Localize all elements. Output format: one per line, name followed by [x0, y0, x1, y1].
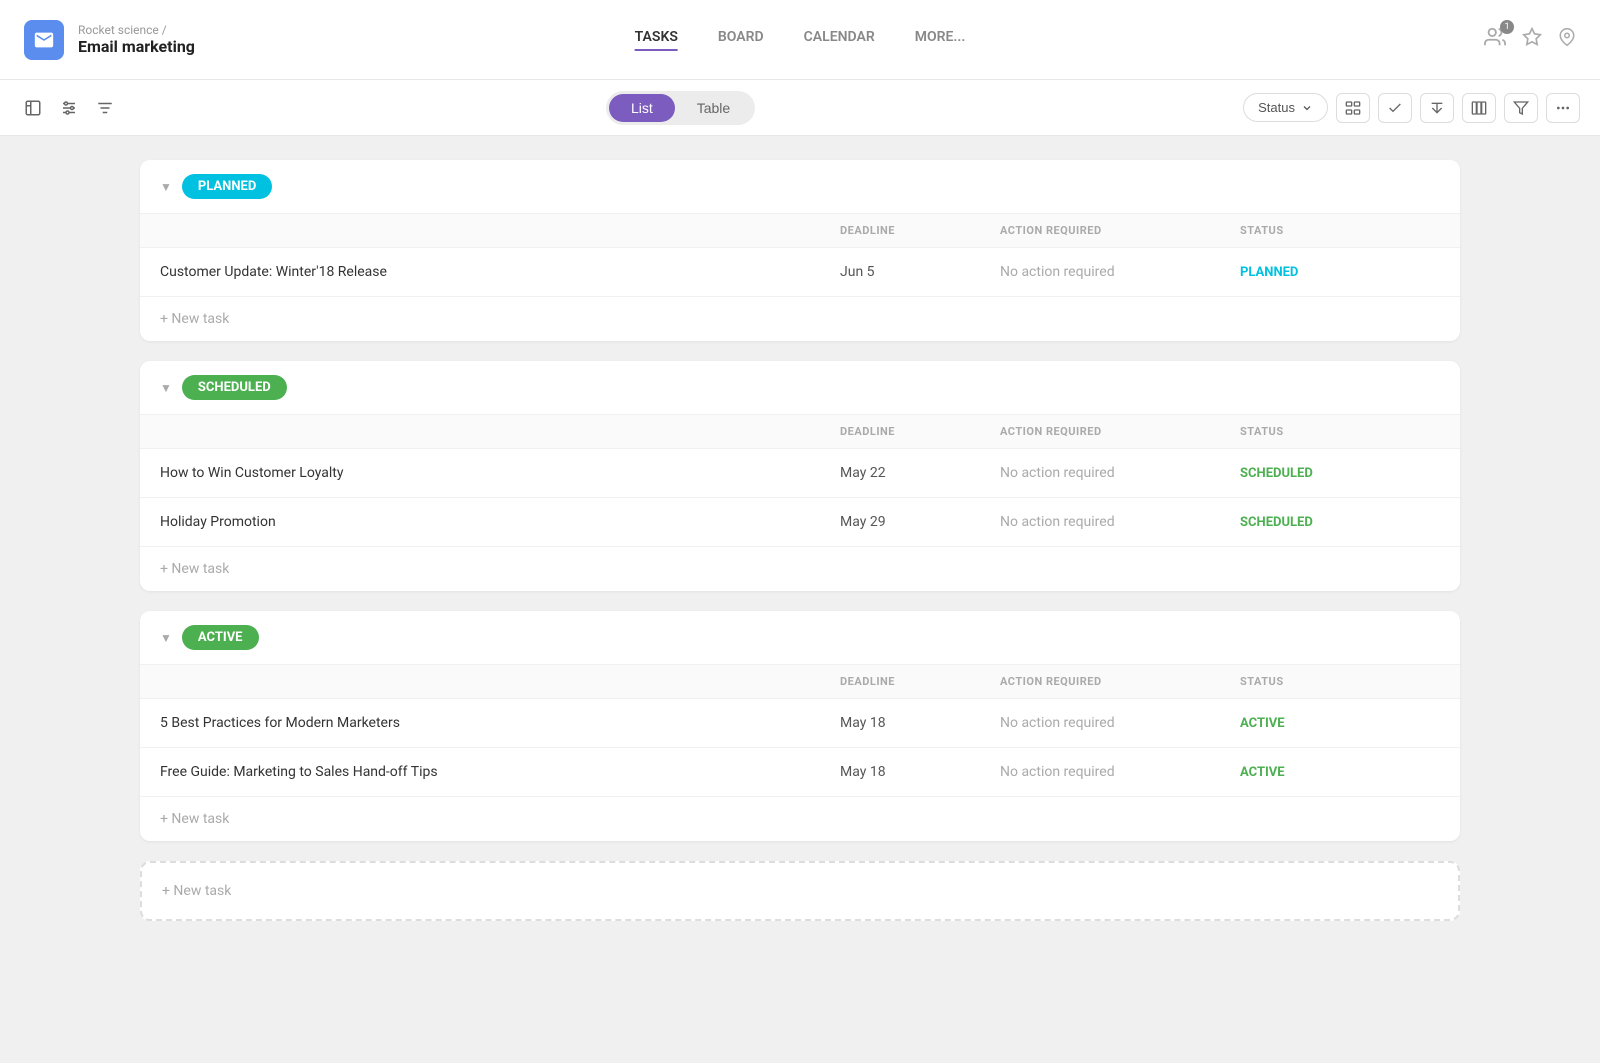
active-group: ▼ ACTIVE DEADLINE ACTION REQUIRED STATUS… — [140, 611, 1460, 841]
main-nav: TASKS BOARD CALENDAR MORE... — [635, 29, 966, 51]
user-count-badge: 1 — [1500, 20, 1514, 34]
group-by-button[interactable] — [1336, 93, 1370, 123]
active-col-action: ACTION REQUIRED — [1000, 675, 1240, 688]
header-title-block: Rocket science / Email marketing — [78, 23, 195, 56]
planned-col-action: ACTION REQUIRED — [1000, 224, 1240, 237]
table-row[interactable]: How to Win Customer Loyalty May 22 No ac… — [140, 448, 1460, 497]
breadcrumb: Rocket science / — [78, 23, 195, 37]
task-status: PLANNED — [1240, 265, 1440, 280]
task-action: No action required — [1000, 264, 1240, 280]
header: Rocket science / Email marketing TASKS B… — [0, 0, 1600, 80]
table-row[interactable]: 5 Best Practices for Modern Marketers Ma… — [140, 698, 1460, 747]
task-deadline: May 18 — [840, 715, 1000, 731]
active-new-task[interactable]: + New task — [140, 796, 1460, 841]
planned-col-deadline: DEADLINE — [840, 224, 1000, 237]
task-name: Free Guide: Marketing to Sales Hand-off … — [160, 764, 840, 780]
scheduled-new-task[interactable]: + New task — [140, 546, 1460, 591]
sort-button[interactable] — [92, 95, 118, 121]
task-action: No action required — [1000, 465, 1240, 481]
scheduled-group-header: ▼ SCHEDULED — [140, 361, 1460, 415]
task-status: SCHEDULED — [1240, 466, 1440, 481]
nav-board[interactable]: BOARD — [718, 29, 764, 51]
planned-col-status: STATUS — [1240, 224, 1440, 237]
scheduled-badge: SCHEDULED — [182, 375, 287, 400]
expand-button[interactable] — [20, 95, 46, 121]
bottom-new-task-label: + New task — [162, 883, 231, 899]
status-label: Status — [1258, 100, 1295, 115]
sort-order-button[interactable] — [1420, 93, 1454, 123]
header-left: Rocket science / Email marketing — [24, 20, 284, 60]
view-toggle: List Table — [606, 91, 755, 125]
app-icon — [24, 20, 64, 60]
scheduled-columns: DEADLINE ACTION REQUIRED STATUS — [140, 415, 1460, 448]
header-right: 1 — [1484, 26, 1576, 53]
active-col-status: STATUS — [1240, 675, 1440, 688]
task-deadline: May 18 — [840, 764, 1000, 780]
main-content: ▼ PLANNED DEADLINE ACTION REQUIRED STATU… — [0, 136, 1600, 1063]
filter-button[interactable] — [1504, 93, 1538, 123]
task-deadline: May 22 — [840, 465, 1000, 481]
scheduled-col-status: STATUS — [1240, 425, 1440, 438]
pin-icon[interactable] — [1558, 28, 1576, 51]
status-dropdown[interactable]: Status — [1243, 93, 1328, 122]
scheduled-chevron[interactable]: ▼ — [160, 381, 172, 395]
planned-badge: PLANNED — [182, 174, 272, 199]
check-button[interactable] — [1378, 93, 1412, 123]
planned-chevron[interactable]: ▼ — [160, 180, 172, 194]
bottom-new-task-card[interactable]: + New task — [140, 861, 1460, 921]
toolbar: List Table Status — [0, 80, 1600, 136]
active-badge: ACTIVE — [182, 625, 259, 650]
planned-group-header: ▼ PLANNED — [140, 160, 1460, 214]
project-title: Email marketing — [78, 37, 195, 56]
nav-tasks[interactable]: TASKS — [635, 29, 678, 51]
scheduled-group: ▼ SCHEDULED DEADLINE ACTION REQUIRED STA… — [140, 361, 1460, 591]
more-options-button[interactable] — [1546, 93, 1580, 123]
task-deadline: Jun 5 — [840, 264, 1000, 280]
task-name: How to Win Customer Loyalty — [160, 465, 840, 481]
active-columns: DEADLINE ACTION REQUIRED STATUS — [140, 665, 1460, 698]
scheduled-col-action: ACTION REQUIRED — [1000, 425, 1240, 438]
active-group-header: ▼ ACTIVE — [140, 611, 1460, 665]
nav-more[interactable]: MORE... — [915, 29, 966, 51]
planned-new-task[interactable]: + New task — [140, 296, 1460, 341]
active-chevron[interactable]: ▼ — [160, 631, 172, 645]
task-status: ACTIVE — [1240, 765, 1440, 780]
list-toggle-button[interactable]: List — [609, 94, 675, 122]
active-col-deadline: DEADLINE — [840, 675, 1000, 688]
columns-button[interactable] — [1462, 93, 1496, 123]
task-status: ACTIVE — [1240, 716, 1440, 731]
users-icon[interactable]: 1 — [1484, 26, 1506, 53]
nav-calendar[interactable]: CALENDAR — [804, 29, 875, 51]
toolbar-right: Status — [1243, 93, 1580, 123]
task-name: Customer Update: Winter'18 Release — [160, 264, 840, 280]
toolbar-left — [20, 95, 118, 121]
task-action: No action required — [1000, 764, 1240, 780]
task-name: Holiday Promotion — [160, 514, 840, 530]
table-toggle-button[interactable]: Table — [675, 94, 752, 122]
task-name: 5 Best Practices for Modern Marketers — [160, 715, 840, 731]
table-row[interactable]: Holiday Promotion May 29 No action requi… — [140, 497, 1460, 546]
task-status: SCHEDULED — [1240, 515, 1440, 530]
task-action: No action required — [1000, 715, 1240, 731]
scheduled-col-deadline: DEADLINE — [840, 425, 1000, 438]
filter-adjust-button[interactable] — [56, 95, 82, 121]
toolbar-center: List Table — [130, 91, 1231, 125]
planned-group: ▼ PLANNED DEADLINE ACTION REQUIRED STATU… — [140, 160, 1460, 341]
star-icon[interactable] — [1522, 27, 1542, 52]
table-row[interactable]: Free Guide: Marketing to Sales Hand-off … — [140, 747, 1460, 796]
task-deadline: May 29 — [840, 514, 1000, 530]
planned-columns: DEADLINE ACTION REQUIRED STATUS — [140, 214, 1460, 247]
table-row[interactable]: Customer Update: Winter'18 Release Jun 5… — [140, 247, 1460, 296]
task-action: No action required — [1000, 514, 1240, 530]
